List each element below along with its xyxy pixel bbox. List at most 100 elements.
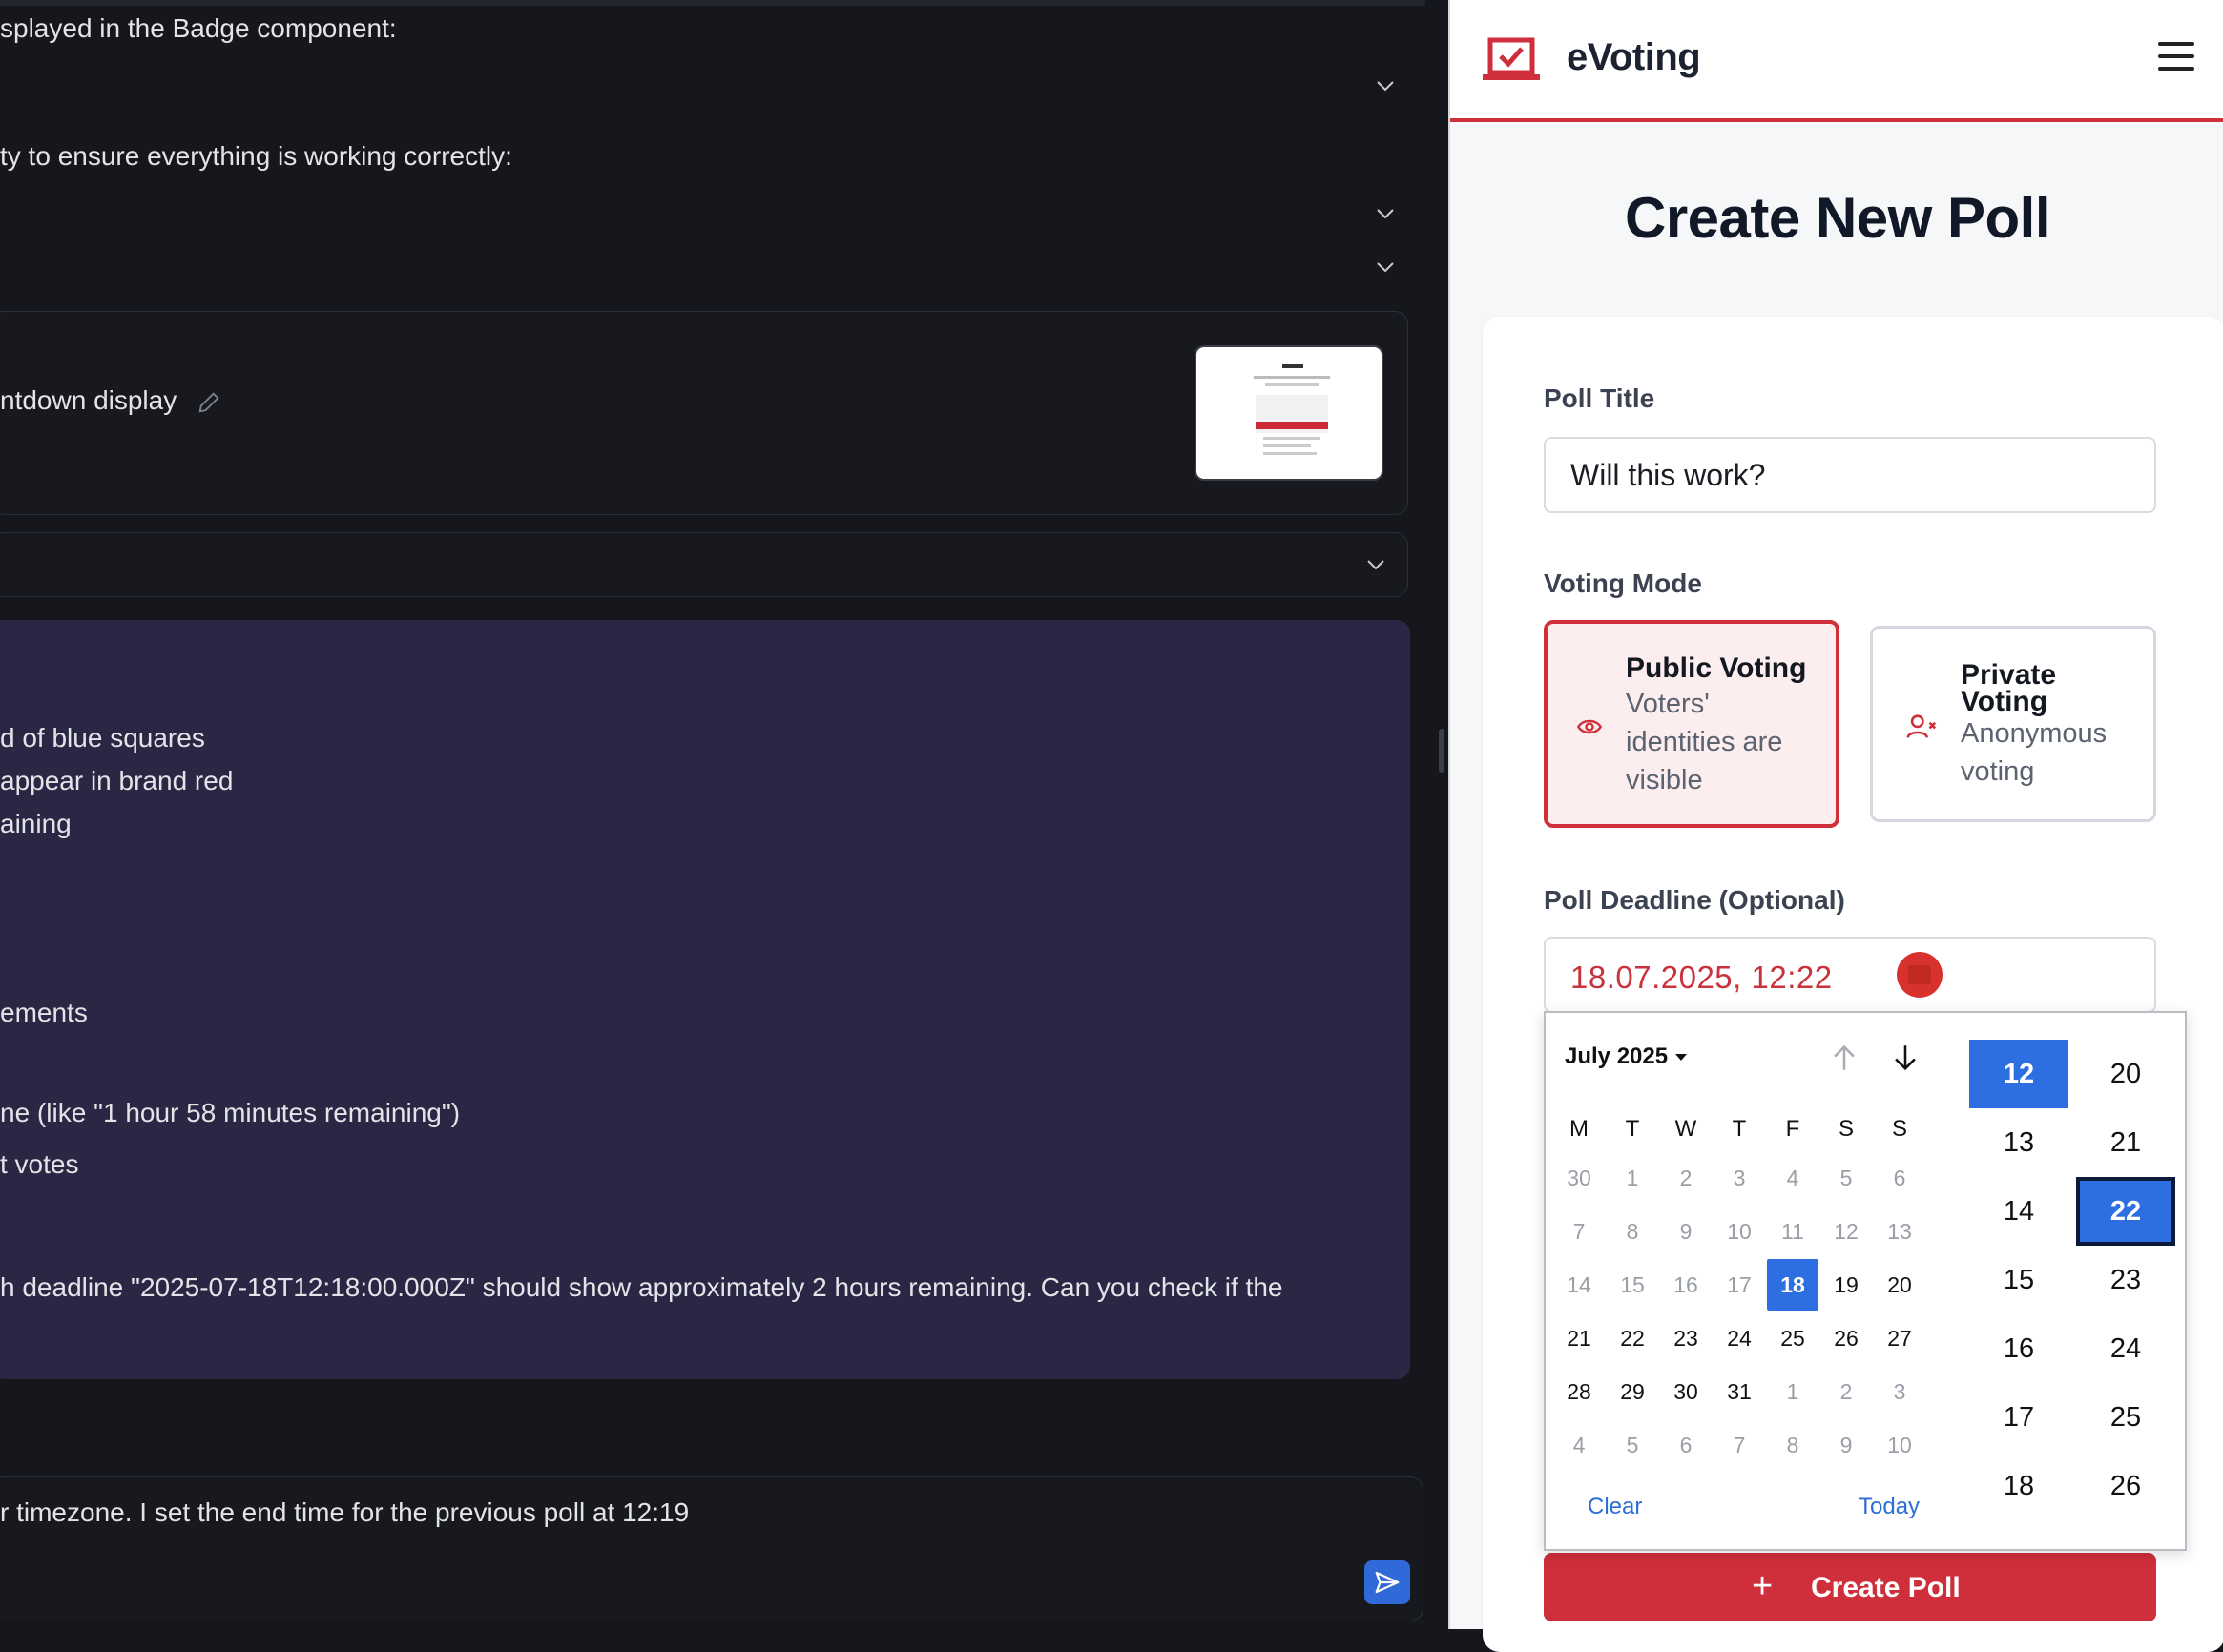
calendar-day[interactable]: 6	[1874, 1152, 1925, 1204]
artifact-thumbnail[interactable]	[1195, 345, 1383, 481]
calendar-day[interactable]: 25	[1767, 1312, 1818, 1364]
caret-down-icon	[1675, 1054, 1688, 1062]
calendar-day[interactable]: 5	[1607, 1419, 1658, 1471]
selected-day[interactable]: 18	[1767, 1259, 1818, 1311]
calendar-day[interactable]: 3	[1874, 1366, 1925, 1417]
calendar-day[interactable]: 22	[1607, 1312, 1658, 1364]
calendar-day[interactable]: 4	[1553, 1419, 1605, 1471]
artifact-title: ntdown display	[0, 385, 222, 416]
calendar-day[interactable]: 1	[1607, 1152, 1658, 1204]
user-message-bubble	[0, 620, 1410, 1379]
minute-option[interactable]: 21	[2076, 1108, 2175, 1177]
brand-name[interactable]: eVoting	[1567, 36, 1701, 79]
calendar-day[interactable]: 10	[1714, 1206, 1765, 1257]
poll-title-label: Poll Title	[1544, 383, 1655, 413]
calendar-day[interactable]: 9	[1820, 1419, 1872, 1471]
arrow-up-icon[interactable]	[1828, 1040, 1860, 1076]
calendar-day[interactable]: 20	[1874, 1259, 1925, 1311]
public-voting-option[interactable]: Public Voting Voters' identities are vis…	[1544, 620, 1839, 828]
deadline-value[interactable]: 18.07.2025, 12:22	[1570, 960, 1833, 996]
public-voting-desc-2: identities are	[1626, 727, 1783, 757]
calendar-day[interactable]: 15	[1607, 1259, 1658, 1311]
minute-option[interactable]: 23	[2076, 1246, 2175, 1314]
calendar-day[interactable]: 12	[1820, 1206, 1872, 1257]
calendar-day[interactable]: 28	[1553, 1366, 1605, 1417]
calendar-day[interactable]: 3	[1714, 1152, 1765, 1204]
selected-minute[interactable]: 22	[2076, 1177, 2175, 1246]
chevron-down-icon[interactable]	[1364, 553, 1387, 576]
selected-hour[interactable]: 12	[1969, 1040, 2068, 1108]
hour-option[interactable]: 17	[1969, 1383, 2068, 1452]
chevron-down-icon[interactable]	[1374, 74, 1397, 97]
calendar-day[interactable]: 7	[1553, 1206, 1605, 1257]
hour-option[interactable]: 16	[1969, 1314, 2068, 1383]
calendar-day[interactable]: 24	[1714, 1312, 1765, 1364]
calendar-day[interactable]: 21	[1553, 1312, 1605, 1364]
weekday-label: T	[1625, 1116, 1640, 1142]
poll-title-input[interactable]: Will this work?	[1544, 437, 2156, 513]
create-poll-button[interactable]: + Create Poll	[1544, 1553, 2156, 1621]
calendar-day[interactable]: 23	[1660, 1312, 1712, 1364]
voting-mode-label: Voting Mode	[1544, 568, 1702, 598]
weekday-label: S	[1838, 1116, 1854, 1142]
calendar-day[interactable]: 8	[1767, 1419, 1818, 1471]
hour-option[interactable]: 18	[1969, 1452, 2068, 1520]
private-voting-option[interactable]: Private Voting Anonymous voting	[1870, 626, 2156, 822]
calendar-day[interactable]: 4	[1767, 1152, 1818, 1204]
calendar-day[interactable]: 29	[1607, 1366, 1658, 1417]
weekday-label: T	[1732, 1116, 1747, 1142]
minute-option[interactable]: 24	[2076, 1314, 2175, 1383]
public-voting-title: Public Voting	[1626, 652, 1807, 684]
chat-text-line: t votes	[0, 1149, 79, 1179]
calendar-day[interactable]: 1	[1767, 1366, 1818, 1417]
calendar-day[interactable]: 27	[1874, 1312, 1925, 1364]
calendar-day[interactable]: 5	[1820, 1152, 1872, 1204]
public-voting-desc-3: visible	[1626, 765, 1703, 795]
deadline-input[interactable]: 18.07.2025, 12:22	[1544, 937, 2156, 1013]
calendar-icon[interactable]	[1897, 952, 1943, 998]
month-selector[interactable]: July 2025	[1565, 1043, 1688, 1070]
calendar-day[interactable]: 2	[1660, 1152, 1712, 1204]
collapsed-section[interactable]	[0, 532, 1408, 597]
clear-button[interactable]: Clear	[1588, 1494, 1642, 1520]
minute-option[interactable]: 26	[2076, 1452, 2175, 1520]
menu-icon[interactable]	[2158, 42, 2194, 72]
weekday-label: F	[1785, 1116, 1800, 1142]
calendar-day[interactable]: 17	[1714, 1259, 1765, 1311]
weekday-label: M	[1569, 1116, 1589, 1142]
calendar-day[interactable]: 2	[1820, 1366, 1872, 1417]
calendar-day[interactable]: 30	[1660, 1366, 1712, 1417]
calendar-day[interactable]: 13	[1874, 1206, 1925, 1257]
app-header: eVoting	[1450, 0, 2223, 122]
private-voting-desc-1: Anonymous	[1961, 718, 2108, 749]
plus-icon: +	[1752, 1566, 1774, 1606]
minute-option[interactable]: 20	[2076, 1040, 2175, 1108]
minute-option[interactable]: 25	[2076, 1383, 2175, 1452]
hour-option[interactable]: 13	[1969, 1108, 2068, 1177]
calendar-day[interactable]: 8	[1607, 1206, 1658, 1257]
chevron-down-icon[interactable]	[1374, 202, 1397, 225]
hour-option[interactable]: 14	[1969, 1177, 2068, 1246]
chat-input-text[interactable]: r timezone. I set the end time for the p…	[0, 1497, 689, 1528]
chat-text-line: aining	[0, 809, 72, 838]
send-button[interactable]	[1364, 1560, 1410, 1604]
pencil-icon[interactable]	[196, 389, 222, 416]
today-button[interactable]: Today	[1859, 1494, 1920, 1520]
calendar-day[interactable]: 9	[1660, 1206, 1712, 1257]
calendar-day[interactable]: 19	[1820, 1259, 1872, 1311]
pane-resize-handle[interactable]	[1439, 729, 1444, 773]
chat-pane: splayed in the Badge component: ty to en…	[0, 0, 1448, 1629]
calendar-day[interactable]: 26	[1820, 1312, 1872, 1364]
calendar-day[interactable]: 30	[1553, 1152, 1605, 1204]
arrow-down-icon[interactable]	[1889, 1040, 1922, 1076]
hour-option[interactable]: 15	[1969, 1246, 2068, 1314]
calendar-day[interactable]: 10	[1874, 1419, 1925, 1471]
calendar-day[interactable]: 14	[1553, 1259, 1605, 1311]
calendar-day[interactable]: 16	[1660, 1259, 1712, 1311]
calendar-day[interactable]: 7	[1714, 1419, 1765, 1471]
calendar-day[interactable]: 11	[1767, 1206, 1818, 1257]
datetime-picker: July 2025 MTWTFSS 30 1 2 3 4 5 6 7 8 9 10 11 12 13 14 1…	[1544, 1011, 2187, 1551]
chevron-down-icon[interactable]	[1374, 256, 1397, 279]
calendar-day[interactable]: 6	[1660, 1419, 1712, 1471]
calendar-day[interactable]: 31	[1714, 1366, 1765, 1417]
